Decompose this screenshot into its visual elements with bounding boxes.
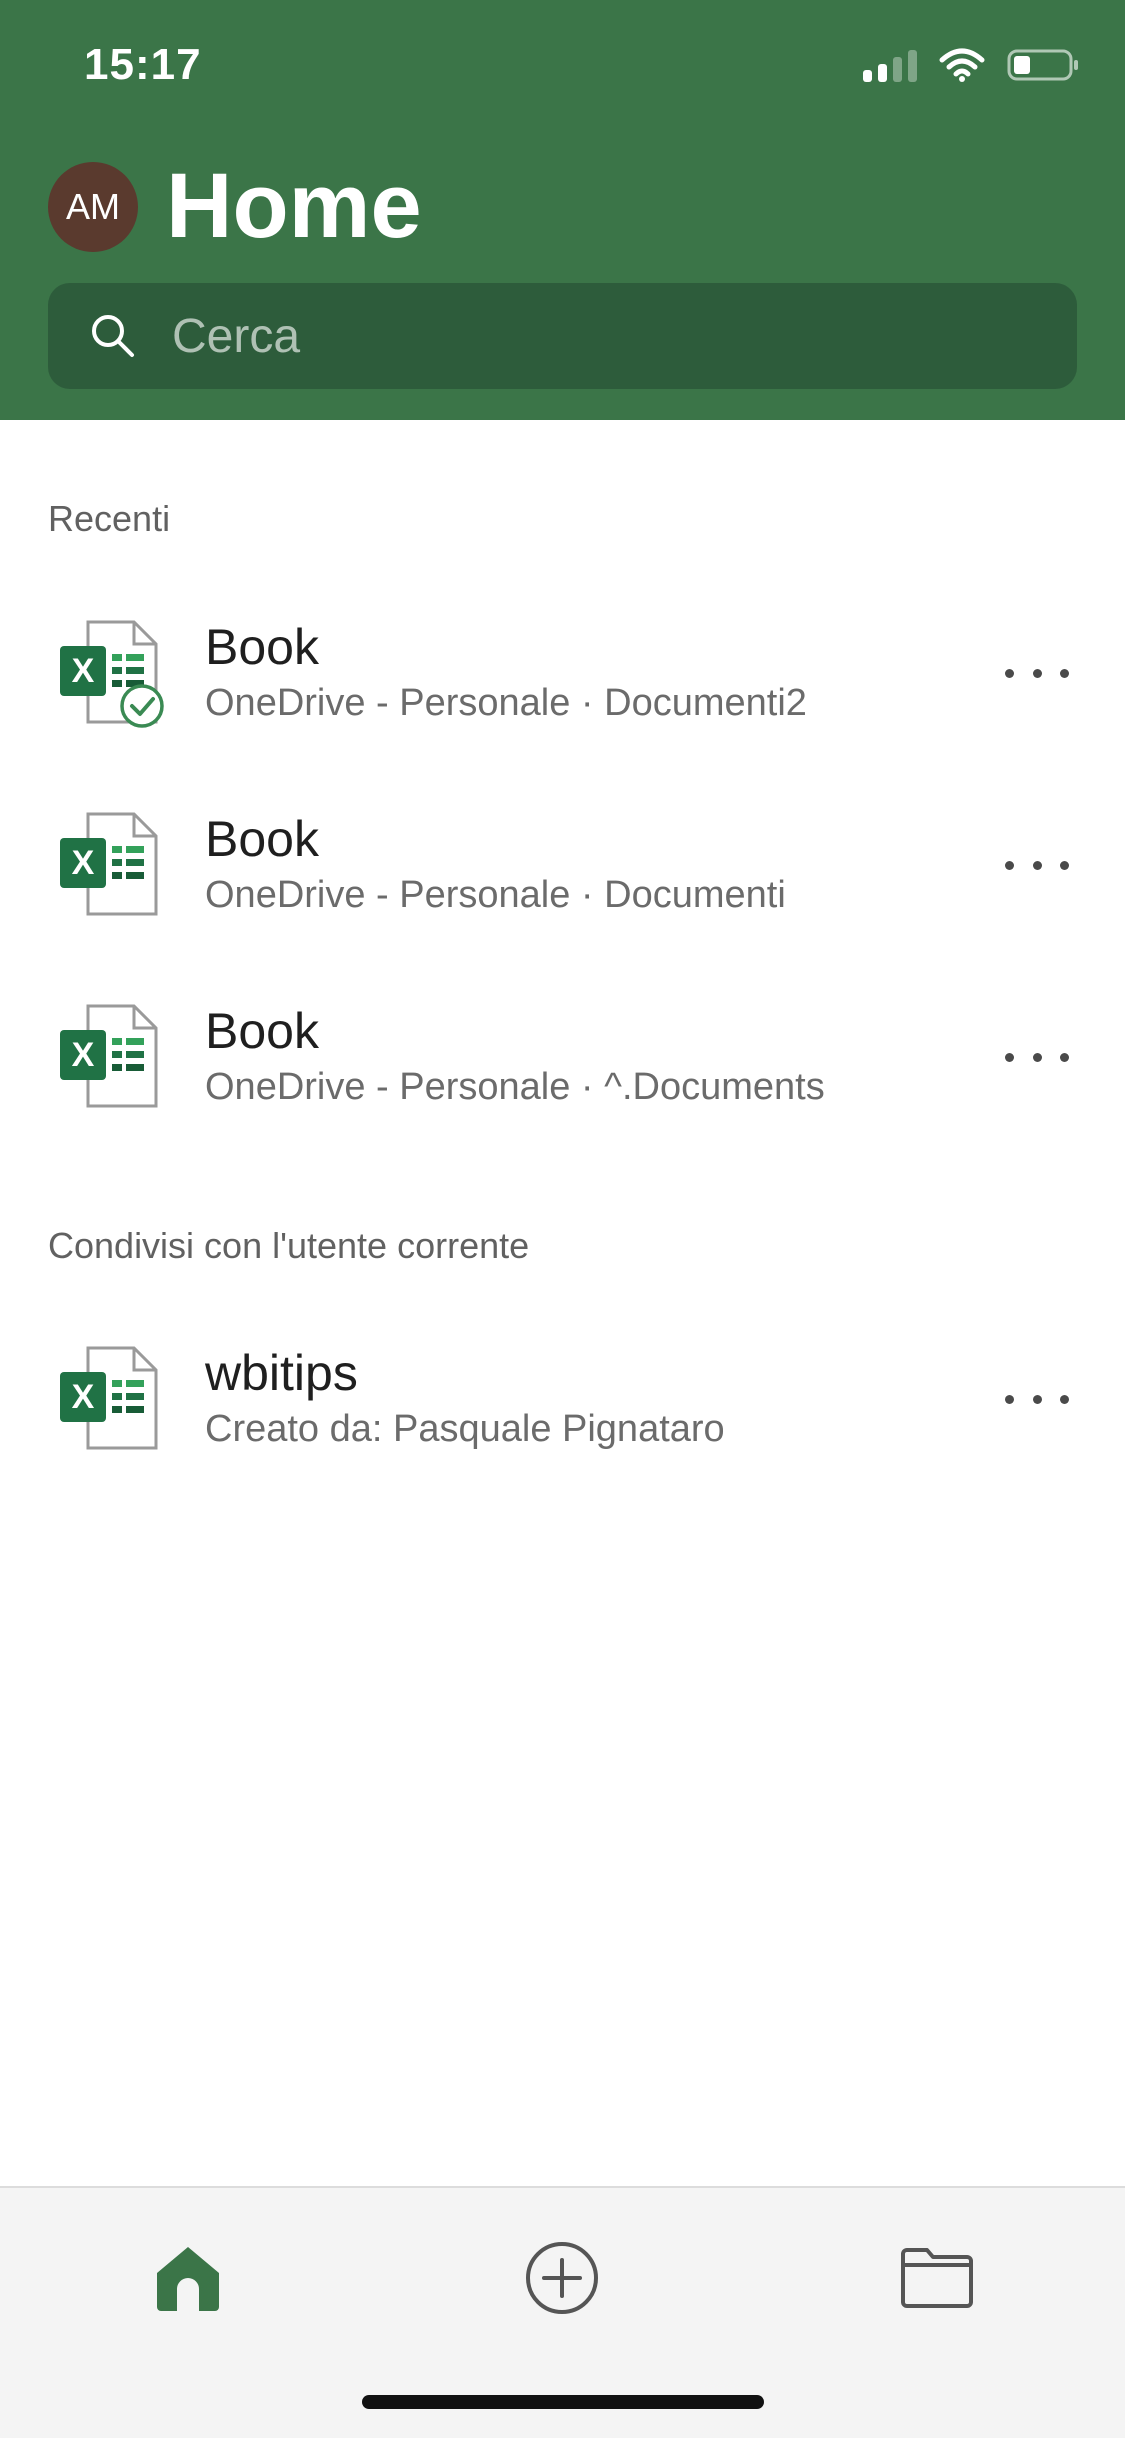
- status-time: 15:17: [84, 40, 202, 89]
- search-input[interactable]: [170, 307, 1034, 365]
- excel-file-icon: X: [60, 812, 158, 916]
- list-item[interactable]: X Book OneDrive - Personale · Documenti2: [0, 578, 1125, 748]
- folder-icon: [901, 2248, 973, 2308]
- app-header: 15:17 AM Home: [0, 0, 1125, 420]
- file-name: Book: [205, 1003, 319, 1059]
- file-location: OneDrive - Personale · Documenti: [205, 874, 786, 916]
- excel-file-synced-icon: X: [60, 620, 164, 728]
- excel-file-icon: X: [60, 1004, 158, 1108]
- home-icon: [157, 2247, 219, 2311]
- tab-new[interactable]: [512, 2228, 612, 2328]
- search-bar[interactable]: [48, 283, 1077, 389]
- home-indicator[interactable]: [362, 2395, 764, 2409]
- file-name: Book: [205, 619, 319, 675]
- file-location: OneDrive - Personale · Documenti2: [205, 682, 807, 724]
- more-options-button[interactable]: [1005, 1037, 1069, 1077]
- cellular-signal-icon: [863, 48, 917, 82]
- file-location: OneDrive - Personale · ^.Documents: [205, 1066, 825, 1108]
- more-options-button[interactable]: [1005, 1379, 1069, 1419]
- more-options-button[interactable]: [1005, 845, 1069, 885]
- file-name: wbitips: [205, 1345, 358, 1401]
- wifi-icon: [939, 48, 985, 82]
- avatar-initials: AM: [66, 186, 120, 227]
- battery-icon: [1007, 49, 1078, 81]
- status-icons: [863, 48, 1081, 82]
- svg-text:X: X: [72, 1036, 95, 1074]
- svg-text:X: X: [72, 652, 95, 690]
- list-item[interactable]: X Book OneDrive - Personale · ^.Document…: [0, 962, 1125, 1132]
- avatar[interactable]: AM: [48, 162, 138, 252]
- page-title: Home: [166, 155, 422, 257]
- list-item[interactable]: X wbitips Creato da: Pasquale Pignataro: [0, 1304, 1125, 1474]
- tab-open[interactable]: [887, 2228, 987, 2328]
- svg-text:X: X: [72, 844, 95, 882]
- search-icon: [92, 315, 134, 357]
- add-circle-icon: [526, 2242, 598, 2314]
- list-item[interactable]: X Book OneDrive - Personale · Documenti: [0, 770, 1125, 940]
- excel-file-icon: X: [60, 1346, 158, 1450]
- file-location: Creato da: Pasquale Pignataro: [205, 1408, 725, 1450]
- shared-section-title: Condivisi con l'utente corrente: [48, 1225, 530, 1266]
- svg-text:X: X: [72, 1378, 95, 1416]
- file-name: Book: [205, 811, 319, 867]
- more-options-button[interactable]: [1005, 653, 1069, 693]
- tab-home[interactable]: [138, 2228, 238, 2328]
- recent-section-title: Recenti: [48, 498, 171, 539]
